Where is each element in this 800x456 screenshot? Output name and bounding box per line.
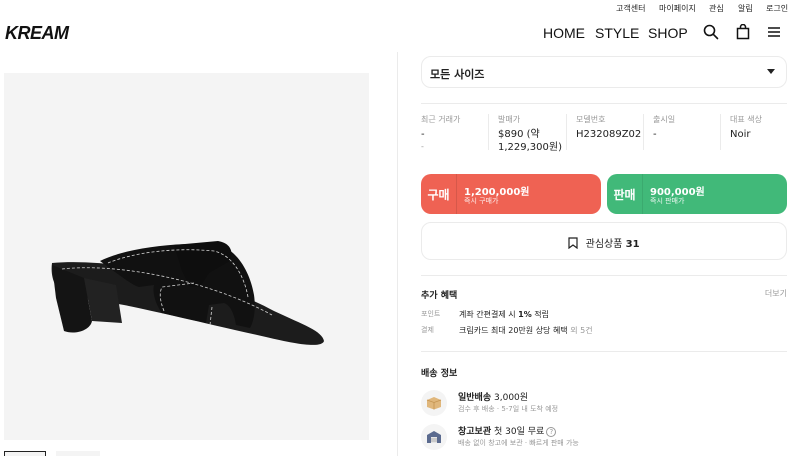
buy-label: 구매 [421, 174, 457, 214]
thumbnail-1[interactable] [4, 451, 46, 456]
sell-button[interactable]: 판매 900,000원 즉시 판매가 [607, 174, 787, 214]
divider [643, 114, 644, 150]
shipping-standard-desc: 검수 후 배송 · 5-7일 내 도착 예정 [458, 405, 559, 413]
divider [720, 114, 721, 150]
info-key: 대표 색상 [730, 115, 762, 124]
divider [566, 114, 567, 150]
info-release-price: 발매가 $890 (약 1,229,300원) [498, 114, 562, 154]
brand-logo[interactable]: KREAM [5, 23, 69, 44]
benefit-key-point: 포인트 [421, 310, 441, 318]
nav-shop[interactable]: SHOP [648, 25, 688, 41]
shopping-bag-icon[interactable] [735, 23, 753, 42]
utility-bar: 고객센터 마이페이지 관심 알림 로그인 [0, 0, 800, 16]
box-icon [421, 390, 447, 416]
info-recent-price: 최근 거래가 - - [421, 114, 460, 153]
help-icon[interactable]: ? [546, 427, 557, 437]
benefits-title: 추가 혜택 [421, 291, 458, 301]
shipping-title: 배송 정보 [421, 369, 458, 379]
divider [421, 103, 787, 104]
menu-icon[interactable] [766, 24, 784, 42]
info-key: 모델번호 [576, 115, 606, 124]
divider [488, 114, 489, 150]
info-model-number: 모델번호 H232089Z02 [576, 114, 641, 141]
thumbnail-2[interactable] [56, 451, 100, 456]
util-link-customer-center[interactable]: 고객센터 [616, 3, 645, 14]
info-key: 출시일 [653, 115, 676, 124]
info-value: - [421, 129, 425, 140]
benefit-key-payment: 결제 [421, 326, 434, 334]
warehouse-icon [421, 424, 447, 450]
buy-button[interactable]: 구매 1,200,000원 즉시 구매가 [421, 174, 601, 214]
info-subvalue: - [421, 142, 424, 151]
size-select[interactable]: 모든 사이즈 [421, 56, 787, 88]
size-select-label: 모든 사이즈 [430, 68, 485, 81]
wishlist-button[interactable]: 관심상품 31 [421, 222, 787, 260]
nav-home[interactable]: HOME [543, 25, 585, 41]
util-link-login[interactable]: 로그인 [766, 3, 788, 14]
sell-label: 판매 [607, 174, 643, 214]
benefits-more-link[interactable]: 더보기 [765, 288, 787, 299]
shipping-standard-title[interactable]: 일반배송 3,000원 [458, 390, 528, 403]
sell-sublabel: 즉시 판매가 [650, 197, 685, 205]
divider [421, 351, 787, 352]
info-value: H232089Z02 [576, 129, 642, 140]
info-key: 최근 거래가 [421, 115, 461, 124]
bookmark-icon [568, 237, 579, 252]
shipping-warehouse-desc: 배송 없이 창고에 보관 · 빠르게 판매 가능 [458, 439, 579, 447]
caret-down-icon [767, 69, 775, 74]
util-link-wishlist[interactable]: 관심 [709, 3, 724, 14]
column-divider [397, 52, 398, 456]
search-icon[interactable] [703, 24, 721, 42]
wishlist-count: 31 [625, 239, 640, 250]
util-link-mypage[interactable]: 마이페이지 [659, 3, 696, 14]
product-image [4, 73, 369, 440]
info-key: 발매가 [498, 115, 521, 124]
shipping-warehouse-title[interactable]: 창고보관 첫 30일 무료? [458, 424, 557, 437]
sandal-illustration [51, 241, 325, 345]
info-value: Noir [730, 129, 751, 140]
benefit-point: 계좌 간편결제 시 1% 적립 [459, 310, 550, 319]
info-value: - [653, 129, 657, 140]
benefit-payment: 크림카드 최대 20만원 상당 혜택 외 5건 [459, 326, 593, 335]
wishlist-label: 관심상품 [585, 239, 623, 250]
info-release-date: 출시일 - [653, 114, 675, 141]
info-value: 1,229,300원) [498, 142, 562, 153]
util-link-notifications[interactable]: 알림 [738, 3, 753, 14]
divider [421, 275, 787, 276]
buy-sublabel: 즉시 구매가 [464, 197, 499, 205]
info-value: $890 (약 [498, 129, 540, 140]
info-color: 대표 색상 Noir [730, 114, 762, 141]
nav-style[interactable]: STYLE [595, 25, 639, 41]
